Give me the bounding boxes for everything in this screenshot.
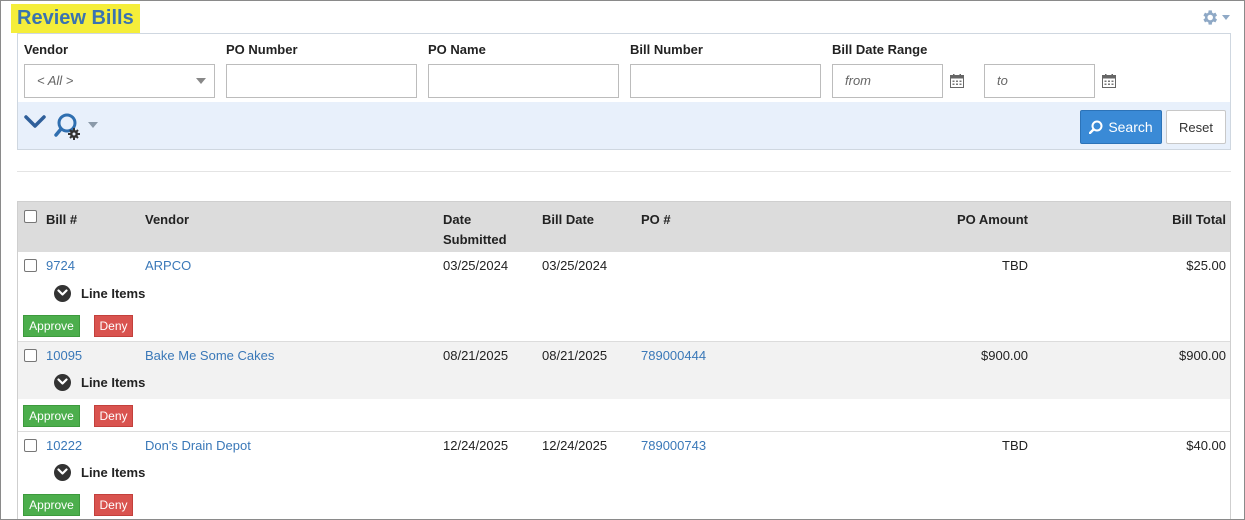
search-button-label: Search <box>1108 119 1153 135</box>
table-row: 10095 Bake Me Some Cakes 08/21/2025 08/2… <box>18 342 1230 431</box>
vendor-link[interactable]: ARPCO <box>145 258 191 274</box>
chevron-down-icon <box>196 78 206 84</box>
settings-menu[interactable] <box>1200 7 1230 27</box>
chevron-down-circle-icon <box>54 284 71 302</box>
column-header-bill-date[interactable]: Bill Date <box>542 210 594 230</box>
row-action-strip: Approve Deny <box>18 399 1230 431</box>
bill-number-link[interactable]: 10095 <box>46 348 82 364</box>
bill-total: $40.00 <box>1186 438 1226 453</box>
gear-icon <box>1203 9 1218 25</box>
select-all-checkbox[interactable] <box>24 210 37 223</box>
approve-button[interactable]: Approve <box>23 494 80 516</box>
divider <box>17 171 1231 172</box>
line-items-toggle[interactable]: Line Items <box>54 373 154 391</box>
deny-button[interactable]: Deny <box>94 494 133 516</box>
reset-button[interactable]: Reset <box>1166 110 1226 144</box>
po-amount: $900.00 <box>981 348 1028 363</box>
vendor-select-value: < All > <box>37 73 74 88</box>
line-items-label: Line Items <box>81 464 146 480</box>
deny-button[interactable]: Deny <box>94 315 133 337</box>
chevron-down-icon[interactable] <box>24 114 46 130</box>
vendor-label: Vendor <box>24 42 69 57</box>
row-checkbox[interactable] <box>24 259 37 272</box>
chevron-down-icon[interactable] <box>88 122 98 128</box>
filter-panel: Vendor < All > PO Number PO Name Bill Nu… <box>17 33 1231 150</box>
column-header-date-submitted-line2: Submitted <box>443 232 507 247</box>
po-amount: TBD <box>1002 438 1028 453</box>
chevron-down-circle-icon <box>54 373 71 391</box>
chevron-down-icon <box>1222 14 1230 20</box>
column-header-date-submitted[interactable]: Date Submitted <box>443 210 507 250</box>
date-to-input[interactable]: to <box>984 64 1095 98</box>
bill-number-input[interactable] <box>630 64 821 98</box>
po-amount: TBD <box>1002 258 1028 273</box>
bill-total: $900.00 <box>1179 348 1226 363</box>
bill-number-link[interactable]: 10222 <box>46 438 82 454</box>
po-number-input[interactable] <box>226 64 417 98</box>
po-name-input[interactable] <box>428 64 619 98</box>
table-row: 9724 ARPCO 03/25/2024 03/25/2024 TBD $25… <box>18 252 1230 341</box>
date-submitted: 12/24/2025 <box>443 438 509 453</box>
date-submitted: 08/21/2025 <box>443 348 509 363</box>
approve-button[interactable]: Approve <box>23 405 80 427</box>
calendar-icon[interactable] <box>950 74 964 88</box>
row-checkbox[interactable] <box>24 439 37 452</box>
line-items-toggle[interactable]: Line Items <box>54 463 154 481</box>
chevron-down-circle-icon <box>54 463 71 481</box>
column-header-po-amount[interactable]: PO Amount <box>898 210 1028 230</box>
search-gear-icon[interactable] <box>54 112 82 142</box>
row-checkbox[interactable] <box>24 349 37 362</box>
bill-number-label: Bill Number <box>630 42 703 57</box>
table-header: Bill # Vendor Date Submitted Bill Date P… <box>18 202 1230 252</box>
line-items-label: Line Items <box>81 374 146 390</box>
po-name-label: PO Name <box>428 42 486 57</box>
po-number-label: PO Number <box>226 42 298 57</box>
po-number-link[interactable]: 789000444 <box>641 348 706 364</box>
bill-number-link[interactable]: 9724 <box>46 258 75 274</box>
vendor-link[interactable]: Bake Me Some Cakes <box>145 348 274 364</box>
search-icon <box>1089 120 1103 134</box>
bill-date-range-label: Bill Date Range <box>832 42 928 57</box>
deny-button[interactable]: Deny <box>94 405 133 427</box>
vendor-link[interactable]: Don's Drain Depot <box>145 438 251 454</box>
po-number-link[interactable]: 789000743 <box>641 438 706 454</box>
bill-date: 03/25/2024 <box>542 258 608 273</box>
page-title: Review Bills <box>11 4 140 33</box>
column-header-bill-total[interactable]: Bill Total <box>1094 210 1226 230</box>
calendar-icon[interactable] <box>1102 74 1116 88</box>
review-bills-window: Review Bills Vendor < All > PO Number PO… <box>0 0 1245 520</box>
table-row: 10222 Don's Drain Depot 12/24/2025 12/24… <box>18 432 1230 519</box>
line-items-toggle[interactable]: Line Items <box>54 284 154 302</box>
line-items-label: Line Items <box>81 285 146 301</box>
bill-date: 12/24/2025 <box>542 438 608 453</box>
search-button[interactable]: Search <box>1080 110 1162 144</box>
date-from-input[interactable]: from <box>832 64 943 98</box>
filter-action-bar: Search Reset <box>18 102 1230 149</box>
column-header-po[interactable]: PO # <box>641 210 671 230</box>
bills-table: Bill # Vendor Date Submitted Bill Date P… <box>17 201 1231 519</box>
approve-button[interactable]: Approve <box>23 315 80 337</box>
column-header-bill[interactable]: Bill # <box>46 210 77 230</box>
date-submitted: 03/25/2024 <box>443 258 509 273</box>
column-header-date-submitted-line1: Date <box>443 212 472 227</box>
bill-date: 08/21/2025 <box>542 348 608 363</box>
bill-total: $25.00 <box>1186 258 1226 273</box>
column-header-vendor[interactable]: Vendor <box>145 210 189 230</box>
vendor-select[interactable]: < All > <box>24 64 215 98</box>
